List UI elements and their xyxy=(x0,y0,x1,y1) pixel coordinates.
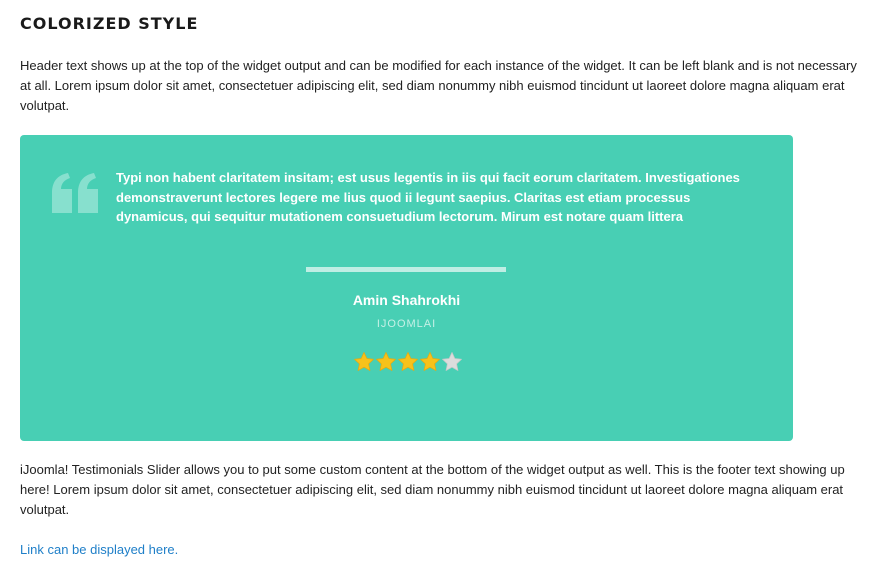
footer-text: iJoomla! Testimonials Slider allows you … xyxy=(20,462,845,517)
star-icon xyxy=(354,352,374,371)
page-title: COLORIZED STYLE xyxy=(20,14,199,33)
star-icon xyxy=(420,352,440,371)
header-text: Header text shows up at the top of the w… xyxy=(20,58,857,113)
star-icon xyxy=(398,352,418,371)
footer-link[interactable]: Link can be displayed here. xyxy=(20,540,178,560)
author-company: IJOOMLAI xyxy=(376,318,437,330)
star-rating xyxy=(353,351,463,373)
quote-icon xyxy=(52,173,98,213)
testimonial-widget: Typi non habent claritatem insitam; est … xyxy=(20,135,793,441)
star-icon xyxy=(442,352,462,371)
star-icon xyxy=(376,352,396,371)
divider xyxy=(306,267,506,272)
page: COLORIZED STYLE Header text shows up at … xyxy=(20,12,865,557)
author-name: Amin Shahrokhi xyxy=(352,292,461,308)
testimonial-quote: Typi non habent claritatem insitam; est … xyxy=(116,170,740,224)
